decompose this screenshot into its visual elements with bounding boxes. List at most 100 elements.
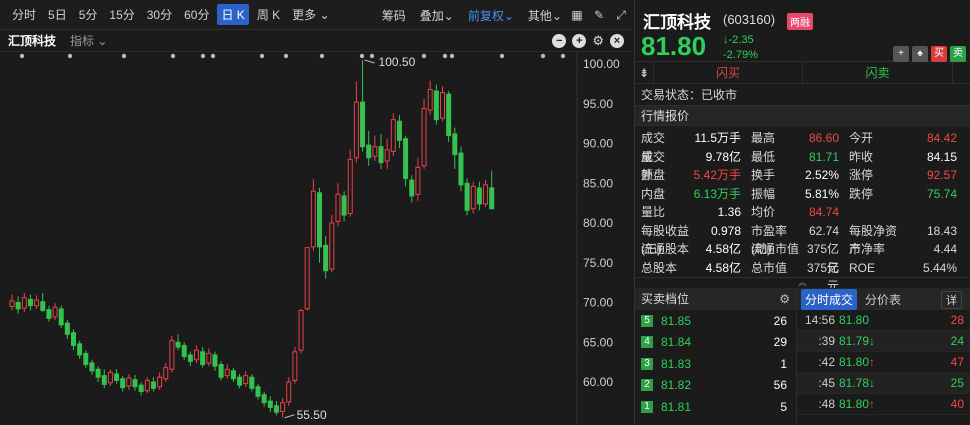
candle-body (58, 308, 64, 326)
event-marker-dot (121, 53, 127, 59)
book-level: 4 (641, 336, 653, 349)
tick-direction: ↓ (869, 376, 876, 390)
candle-body (114, 373, 120, 381)
candle-body (452, 133, 458, 156)
chips-button[interactable]: 筹码 (382, 7, 406, 24)
event-marker-dot (449, 53, 455, 59)
change-percent: -2.79% (723, 49, 758, 61)
candle (27, 294, 33, 311)
gear-icon[interactable]: ⚙ (592, 34, 604, 48)
period-tab-15min[interactable]: 15分 (105, 4, 138, 25)
y-axis: 100.00 95.00 90.00 85.00 80.00 75.00 70.00 65.0… (583, 57, 620, 389)
candle-body (323, 244, 329, 272)
quote-value: 11.5万手 (694, 131, 741, 145)
candle (433, 84, 439, 125)
detail-button[interactable]: 详 (941, 291, 962, 309)
book-price: 81.84 (661, 335, 692, 350)
candle-body (489, 187, 495, 210)
quote-label: 今开 (849, 131, 874, 145)
pen-icon[interactable]: ✎ (592, 8, 606, 22)
high-annotation: 100.50 (379, 55, 416, 69)
tab-price-table[interactable]: 分价表 (861, 289, 905, 310)
indicator-dropdown[interactable]: 指标 ⌄ (70, 32, 107, 49)
period-tab-daily[interactable]: 日 K (217, 4, 249, 25)
fullscreen-icon[interactable]: ⤢ (614, 8, 628, 22)
book-volume: 1 (780, 356, 787, 371)
candle (114, 369, 120, 384)
grid-icon[interactable]: ▦ (570, 8, 584, 22)
buy-button[interactable]: 买 (931, 46, 947, 62)
period-tab-intraday[interactable]: 分时 (8, 4, 40, 25)
other-dropdown[interactable]: 其他⌄ (528, 7, 562, 24)
sell-button[interactable]: 卖 (950, 46, 966, 62)
kline-chart[interactable]: 100.00 95.00 90.00 85.00 80.00 75.00 70.00 65.0… (0, 52, 632, 425)
period-tab-5min[interactable]: 5分 (75, 4, 102, 25)
candle-body (255, 386, 261, 397)
y-tick-label: 85.00 (583, 176, 613, 190)
order-book-title: 买卖档位 (641, 292, 690, 306)
candle-body (347, 158, 353, 214)
tick-volume: 25 (950, 376, 964, 390)
event-marker-dot (540, 53, 546, 59)
candle-body (372, 146, 378, 157)
tick-price-value: 81.80 (839, 397, 870, 411)
candle (483, 180, 489, 208)
candle-body (390, 119, 396, 152)
book-row: 3 81.83 1 (635, 353, 796, 375)
quote-value: 4.58亿 (705, 242, 741, 256)
event-marker-dot (210, 53, 216, 59)
zoom-in-icon[interactable]: + (572, 34, 587, 48)
quote-value: 5.81% (804, 186, 839, 201)
more-dropdown[interactable]: 更多 ⌄ (288, 4, 333, 25)
quote-row: 总股本 4.58亿 总市值 375亿元 ROE 5.44% (635, 259, 970, 294)
close-icon[interactable]: × (610, 34, 624, 48)
candles (9, 60, 495, 418)
candle (304, 247, 310, 311)
chevron-down-icon: ⌄ (551, 8, 562, 23)
candle-body (433, 90, 439, 121)
tick-price: 81.80↑ (835, 394, 885, 414)
candle-body (335, 193, 341, 222)
candle (378, 133, 384, 169)
quote-label: 振幅 (751, 186, 776, 201)
quote-label: ROE (849, 260, 876, 275)
period-tab-60min[interactable]: 60分 (180, 4, 213, 25)
adjust-dropdown[interactable]: 前复权⌄ (468, 7, 514, 24)
candle (243, 370, 249, 387)
candle (138, 382, 144, 396)
quote-value: 9.78亿 (705, 149, 741, 164)
tick-time: :48 (818, 397, 835, 411)
quote-row: 内盘 6.13万手 振幅 5.81% 跌停 75.74 (635, 185, 970, 204)
gear-icon[interactable]: ⚙ (779, 288, 790, 310)
quote-label: 每股净资产 (849, 223, 898, 257)
period-tab-30min[interactable]: 30分 (143, 4, 176, 25)
collapse-chevron-icon[interactable]: ︽ (635, 278, 970, 288)
book-price: 81.85 (661, 313, 692, 328)
candle-body (483, 184, 489, 205)
alert-bell-icon[interactable]: ♠ (912, 46, 928, 62)
collapse-arrow-icon[interactable]: ⇟ (635, 66, 653, 80)
candle-body (317, 192, 322, 248)
candle-body (329, 222, 335, 270)
book-level: 1 (641, 400, 653, 413)
period-tab-5day[interactable]: 5日 (44, 4, 71, 25)
add-watchlist-icon[interactable]: + (893, 46, 909, 62)
period-tab-weekly[interactable]: 周 K (253, 4, 284, 25)
book-row: 1 81.81 5 (635, 396, 796, 418)
overlay-dropdown[interactable]: 叠加⌄ (420, 7, 454, 24)
tick-header: 分时成交 分价表 详 (797, 288, 970, 310)
candle (403, 135, 409, 187)
tab-time-sales[interactable]: 分时成交 (801, 288, 858, 310)
flash-sell-button[interactable]: 闪卖 (803, 61, 953, 84)
quote-label: 最低 (751, 149, 776, 164)
candle-body (292, 351, 298, 381)
candle-body (194, 349, 199, 361)
candle (206, 348, 212, 367)
candle (452, 127, 458, 169)
candle-body (224, 368, 230, 377)
candle (71, 329, 76, 351)
zoom-out-icon[interactable]: − (552, 34, 567, 48)
candle (384, 138, 390, 169)
flash-buy-button[interactable]: 闪买 (653, 61, 803, 84)
candle (163, 362, 169, 382)
